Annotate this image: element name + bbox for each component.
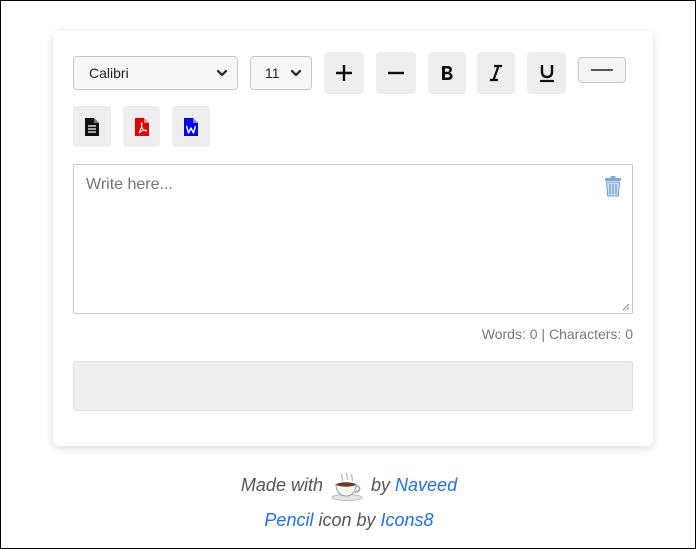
font-family-value: Calibri <box>89 65 129 81</box>
words-label: Words: <box>481 326 526 342</box>
editor-textarea[interactable]: Write here... <box>73 164 633 314</box>
bold-icon <box>442 66 453 80</box>
trash-icon[interactable] <box>602 175 624 197</box>
output-box <box>73 361 633 411</box>
plus-icon <box>336 65 352 81</box>
characters-label: Characters: <box>548 326 622 342</box>
pencil-link[interactable]: Pencil <box>264 510 313 530</box>
text-document-icon <box>85 117 99 136</box>
editor-card: Calibri 11 Write here... Words: 0 | Char… <box>53 31 653 446</box>
made-with-text: Made with <box>240 474 323 495</box>
italic-icon <box>490 64 502 82</box>
font-family-select[interactable]: Calibri <box>73 56 238 90</box>
footer-credit-line-1: Made with by Naveed <box>1 471 696 501</box>
italic-button[interactable] <box>477 52 515 94</box>
icon-by-text: icon by <box>318 510 376 530</box>
underline-icon <box>539 65 554 83</box>
pdf-icon <box>134 117 149 136</box>
chevron-down-icon <box>216 69 228 77</box>
export-pdf-button[interactable] <box>123 106 160 147</box>
font-size-select[interactable]: 11 <box>250 56 312 90</box>
coffee-cup-icon <box>331 472 363 501</box>
editor-placeholder: Write here... <box>86 176 173 193</box>
font-size-value: 11 <box>265 65 280 81</box>
horizontal-line-icon <box>591 69 613 71</box>
characters-count: 0 <box>625 326 633 342</box>
author-link[interactable]: Naveed <box>395 475 457 495</box>
horizontal-rule-button[interactable] <box>578 57 626 83</box>
increase-font-button[interactable] <box>324 52 364 94</box>
words-count: 0 <box>529 326 538 342</box>
word-icon <box>184 117 198 136</box>
count-separator: | <box>541 326 546 342</box>
footer-credit-line-2: Pencil icon by Icons8 <box>1 510 696 531</box>
export-text-button[interactable] <box>73 106 111 147</box>
icons8-link[interactable]: Icons8 <box>381 510 434 530</box>
chevron-down-icon <box>290 69 302 77</box>
underline-button[interactable] <box>527 52 566 94</box>
minus-icon <box>388 71 404 75</box>
decrease-font-button[interactable] <box>376 52 416 94</box>
resize-handle-icon[interactable] <box>622 303 630 311</box>
by-text: by <box>371 474 391 495</box>
bold-button[interactable] <box>428 52 466 94</box>
export-word-button[interactable] <box>172 106 210 147</box>
word-character-count: Words: 0 | Characters: 0 <box>482 326 633 342</box>
